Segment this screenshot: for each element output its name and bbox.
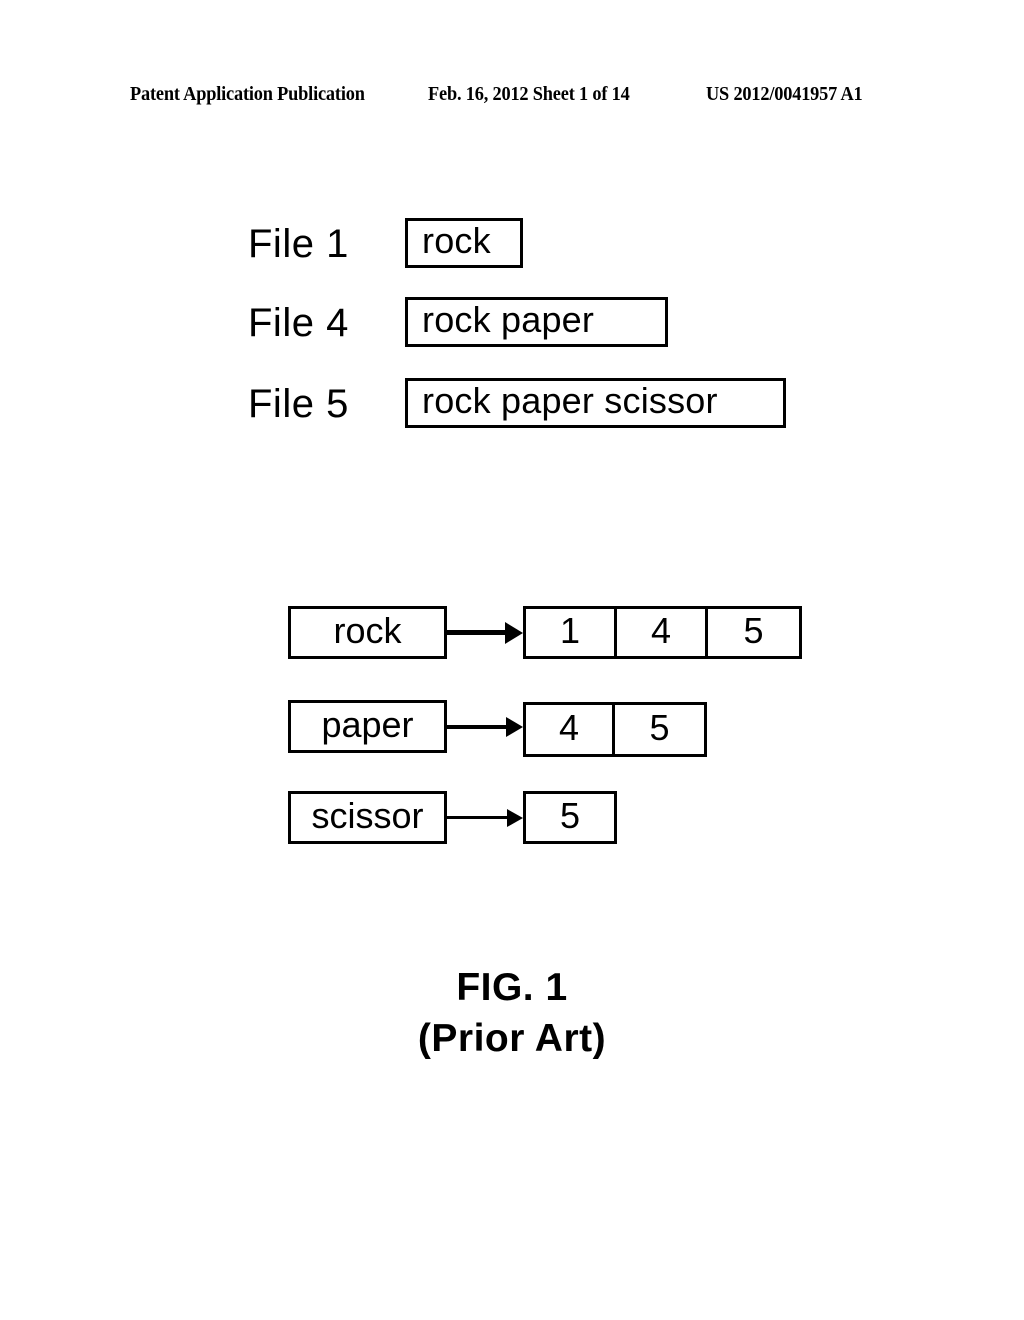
arrow-head bbox=[505, 621, 523, 644]
index-term-text: scissor bbox=[311, 794, 424, 836]
posting-list: 5 bbox=[523, 791, 617, 844]
document-label: File 4 bbox=[248, 301, 349, 345]
arrow-shaft bbox=[447, 724, 510, 729]
posting-value: 4 bbox=[650, 609, 672, 651]
index-term-box: scissor bbox=[288, 791, 447, 844]
posting-list: 1 4 5 bbox=[523, 606, 802, 659]
document-label: File 5 bbox=[248, 382, 349, 426]
arrow-shaft bbox=[447, 816, 511, 819]
arrow-head bbox=[507, 808, 523, 827]
arrow-right-icon bbox=[447, 700, 523, 753]
document-content-text: rock paper bbox=[422, 299, 595, 340]
posting-cell: 5 bbox=[526, 794, 614, 841]
posting-cell: 5 bbox=[615, 705, 704, 754]
index-term-box: paper bbox=[288, 700, 447, 753]
posting-cell: 4 bbox=[617, 609, 708, 656]
posting-cell: 4 bbox=[526, 705, 615, 754]
arrow-head bbox=[506, 716, 523, 737]
index-term-text: paper bbox=[321, 703, 414, 745]
document-content-text: rock paper scissor bbox=[422, 380, 718, 421]
figure-caption-title: FIG. 1 bbox=[456, 966, 568, 1009]
figure-1-drawing: File 1 rock File 4 rock paper File 5 roc… bbox=[0, 0, 1024, 1320]
arrow-right-icon bbox=[447, 791, 523, 844]
posting-cell: 5 bbox=[708, 609, 799, 656]
document-content-box: rock paper bbox=[405, 297, 668, 347]
posting-value: 4 bbox=[558, 706, 580, 748]
index-term-box: rock bbox=[288, 606, 447, 659]
patent-page: Patent Application Publication Feb. 16, … bbox=[0, 0, 1024, 1320]
document-content-box: rock paper scissor bbox=[405, 378, 786, 428]
document-label: File 1 bbox=[248, 222, 349, 266]
posting-value: 5 bbox=[649, 706, 670, 748]
arrow-right-icon bbox=[447, 606, 523, 659]
arrow-shaft bbox=[447, 630, 509, 635]
posting-list: 4 5 bbox=[523, 702, 707, 757]
posting-cell: 1 bbox=[526, 609, 617, 656]
document-content-text: rock bbox=[422, 220, 491, 261]
posting-value: 5 bbox=[559, 794, 581, 836]
index-term-text: rock bbox=[333, 609, 402, 651]
figure-caption-subtitle: (Prior Art) bbox=[417, 1017, 607, 1060]
posting-value: 1 bbox=[559, 609, 581, 651]
document-content-box: rock bbox=[405, 218, 523, 268]
posting-value: 5 bbox=[743, 609, 764, 651]
